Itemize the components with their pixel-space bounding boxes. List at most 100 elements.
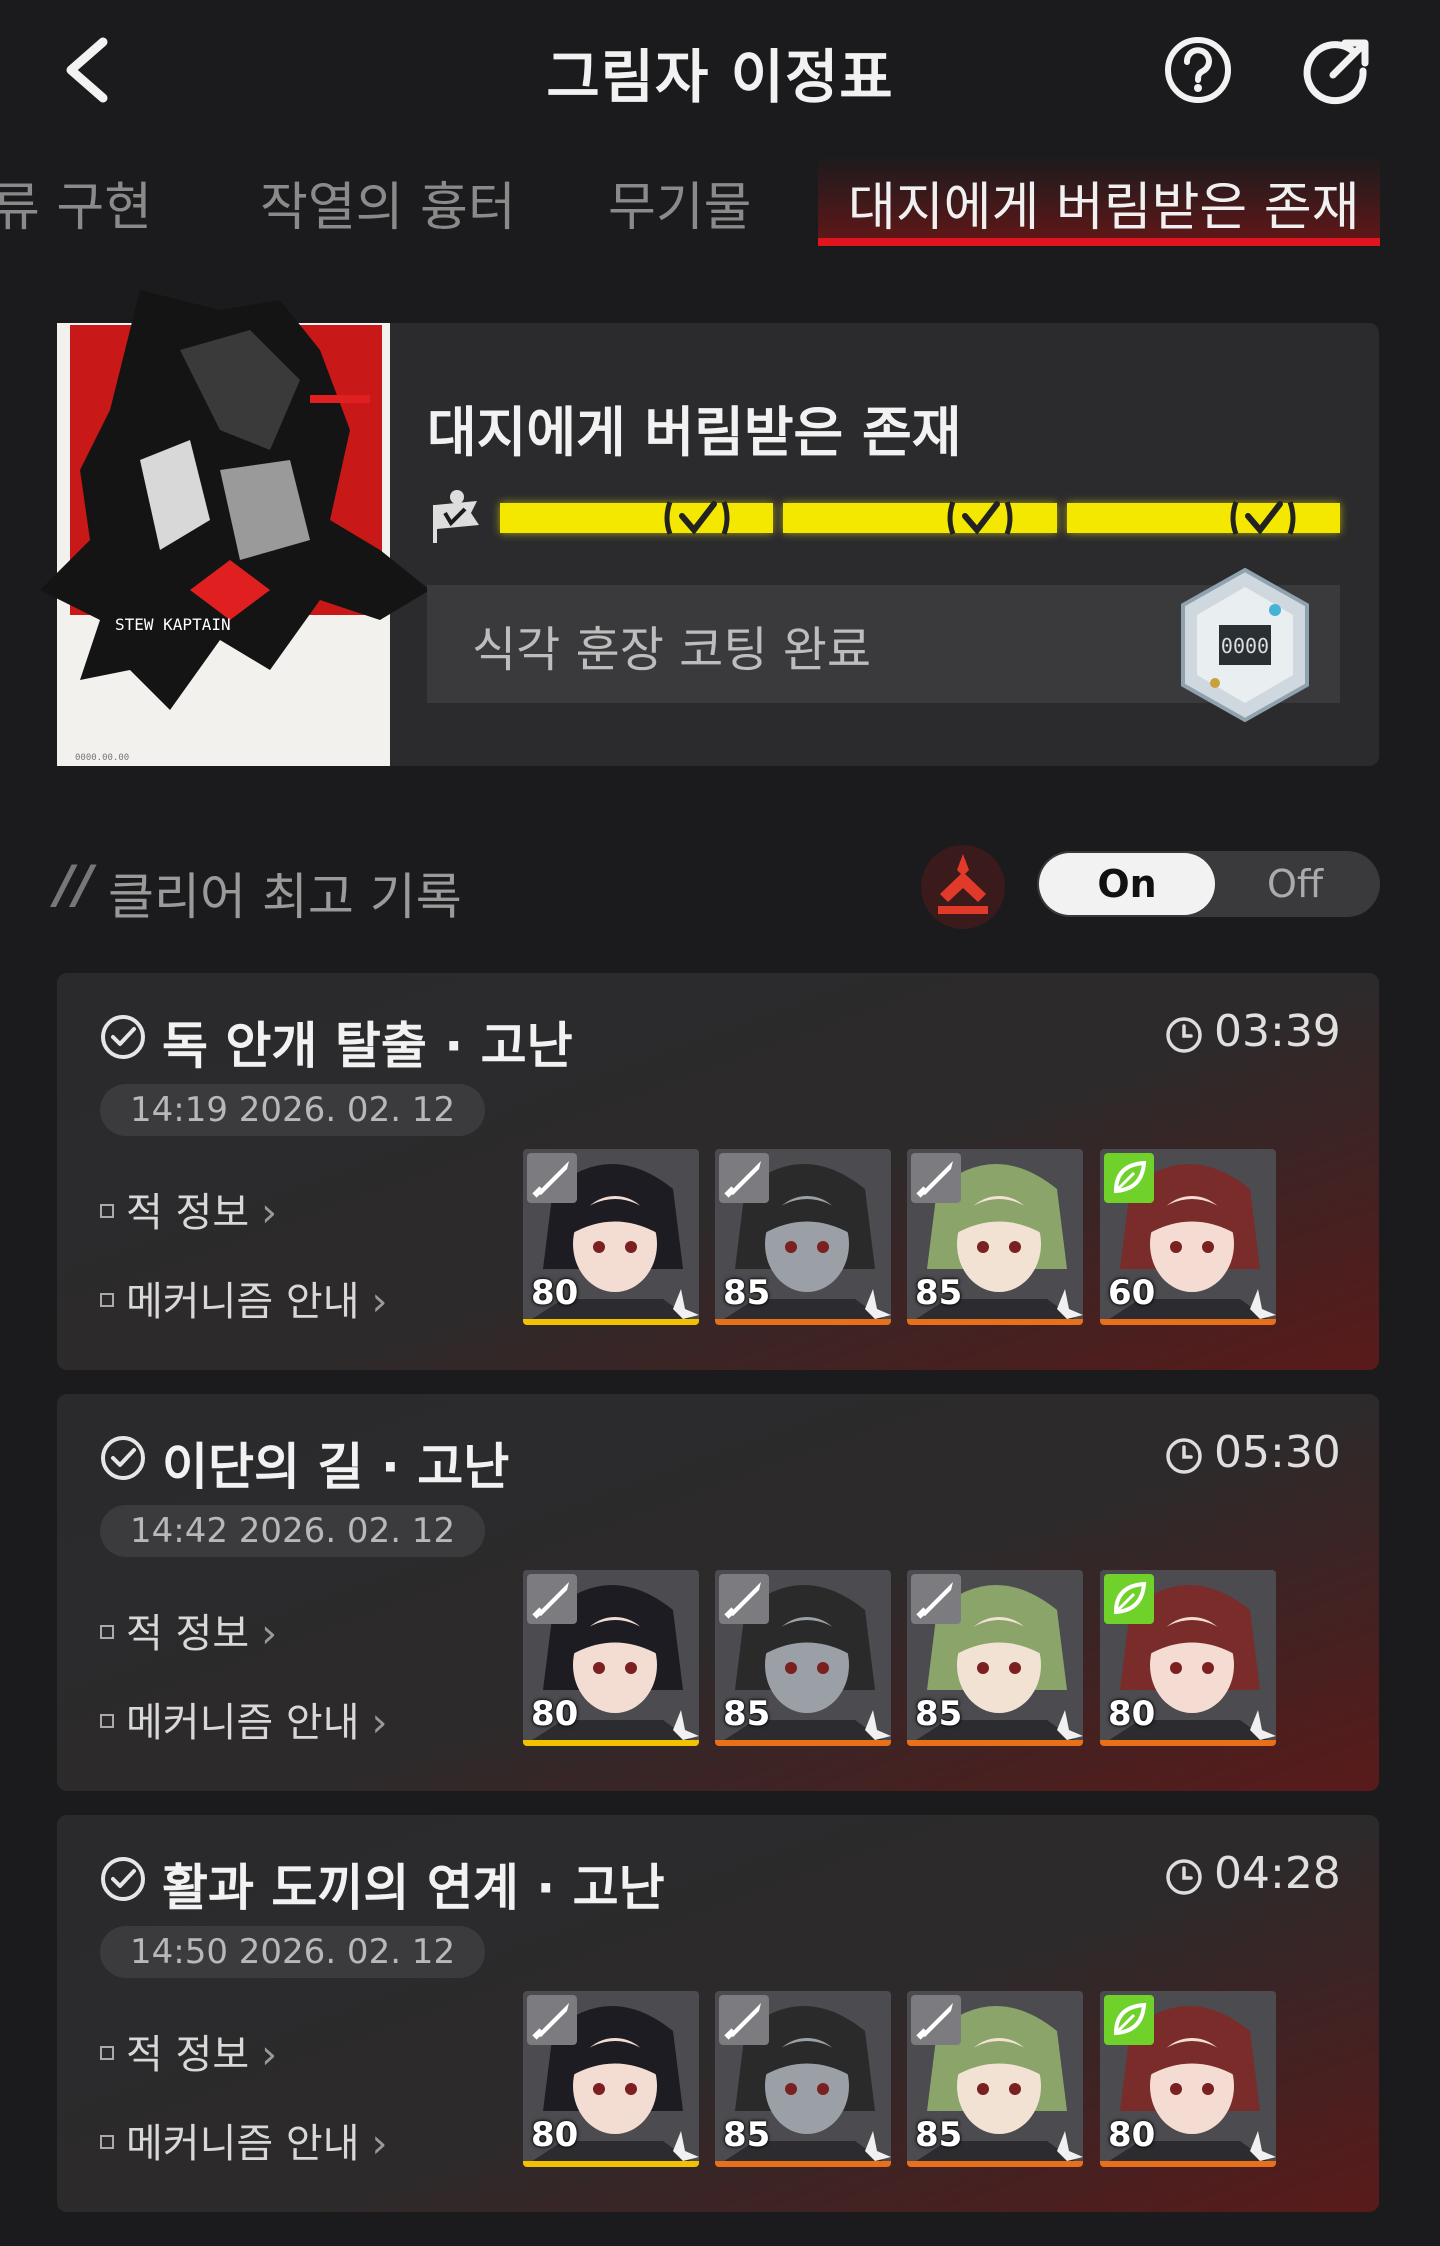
team-member-portrait[interactable]: 85 bbox=[715, 1149, 891, 1325]
toggle-off-option[interactable]: Off bbox=[1215, 853, 1375, 915]
enemy-info-label: 적 정보 bbox=[126, 1611, 250, 1657]
team-member-portrait[interactable]: 80 bbox=[1100, 1991, 1276, 2167]
mechanism-guide-link[interactable]: 메커니즘 안내 › bbox=[100, 2111, 388, 2169]
rarity-bar bbox=[523, 2161, 699, 2167]
record-title: 이단의 길 · 고난 bbox=[162, 1438, 510, 1496]
rarity-bar bbox=[715, 1319, 891, 1325]
bullet-square-icon bbox=[100, 1293, 114, 1307]
striker-class-icon bbox=[911, 1153, 961, 1203]
team-member-portrait[interactable]: 60 bbox=[1100, 1149, 1276, 1325]
tab-2[interactable]: 작열의 흉터 bbox=[260, 165, 516, 240]
share-icon bbox=[1303, 39, 1369, 105]
team-member-portrait[interactable]: 85 bbox=[907, 1570, 1083, 1746]
character-level: 85 bbox=[723, 1694, 771, 1734]
rarity-bar bbox=[907, 1740, 1083, 1746]
toggle-on-option[interactable]: On bbox=[1039, 853, 1215, 915]
tab-4[interactable]: 대지에게 버림받은 존재 bbox=[848, 165, 1359, 240]
clear-date: 14:19 2026. 02. 12 bbox=[100, 1084, 486, 1136]
record-card[interactable]: 이단의 길 · 고난 05:30 14:42 2026. 02. 12 적 정보… bbox=[57, 1394, 1379, 1791]
bullet-square-icon bbox=[100, 2135, 114, 2149]
clear-date: 14:42 2026. 02. 12 bbox=[100, 1505, 486, 1557]
progress-segment bbox=[500, 503, 774, 533]
clock-icon bbox=[1166, 1017, 1202, 1053]
clear-time: 04:28 bbox=[1214, 1848, 1341, 1899]
team-member-portrait[interactable]: 85 bbox=[907, 1991, 1083, 2167]
stage-name: 대지에게 버림받은 존재 bbox=[427, 401, 962, 464]
rarity-bar bbox=[907, 1319, 1083, 1325]
striker-class-icon bbox=[719, 1153, 769, 1203]
character-level: 60 bbox=[1108, 1273, 1156, 1313]
blade-icon bbox=[916, 1582, 953, 1619]
rarity-bar bbox=[715, 2161, 891, 2167]
segment-check-icon bbox=[1230, 501, 1296, 535]
rarity-bar bbox=[715, 1740, 891, 1746]
mechanism-guide-label: 메커니즘 안내 bbox=[126, 1279, 360, 1325]
segment-check-icon bbox=[664, 501, 730, 535]
enemy-info-label: 적 정보 bbox=[126, 1190, 250, 1236]
team-member-portrait[interactable]: 80 bbox=[523, 1991, 699, 2167]
progress-segment bbox=[783, 503, 1057, 533]
support-class-icon bbox=[1104, 1574, 1154, 1624]
leaf-icon bbox=[1113, 1160, 1147, 1194]
character-level: 85 bbox=[723, 2115, 771, 2155]
striker-class-icon bbox=[527, 1574, 577, 1624]
rarity-bar bbox=[1100, 1740, 1276, 1746]
character-level: 85 bbox=[915, 2115, 963, 2155]
striker-class-icon bbox=[719, 1574, 769, 1624]
mechanism-guide-link[interactable]: 메커니즘 안내 › bbox=[100, 1690, 388, 1748]
clear-time: 03:39 bbox=[1214, 1006, 1341, 1057]
active-tab-underline bbox=[818, 238, 1380, 246]
striker-class-icon bbox=[911, 1995, 961, 2045]
team-member-portrait[interactable]: 85 bbox=[715, 1570, 891, 1746]
character-level: 80 bbox=[531, 2115, 579, 2155]
enemy-info-link[interactable]: 적 정보 › bbox=[100, 1601, 277, 1659]
stage-tabs: 류 구현 작열의 흉터 무기물 대지에게 버림받은 존재 bbox=[0, 150, 1440, 250]
team-member-portrait[interactable]: 80 bbox=[523, 1149, 699, 1325]
blade-icon bbox=[532, 1161, 569, 1198]
blade-icon bbox=[916, 2003, 953, 2040]
svg-text:STEW KAPTAIN: STEW KAPTAIN bbox=[115, 615, 231, 634]
tab-1[interactable]: 류 구현 bbox=[0, 165, 152, 240]
blade-icon bbox=[532, 1582, 569, 1619]
rarity-bar bbox=[1100, 2161, 1276, 2167]
svg-text:0000.00.00: 0000.00.00 bbox=[75, 753, 129, 763]
chevron-right-icon: › bbox=[371, 1279, 388, 1325]
character-level: 80 bbox=[1108, 1694, 1156, 1734]
boss-emblem-icon[interactable] bbox=[918, 842, 1008, 932]
mechanism-guide-link[interactable]: 메커니즘 안내 › bbox=[100, 1269, 388, 1327]
reward-text: 식각 훈장 코팅 완료 bbox=[472, 622, 872, 678]
character-level: 85 bbox=[915, 1273, 963, 1313]
blade-icon bbox=[724, 1161, 761, 1198]
team-member-portrait[interactable]: 85 bbox=[907, 1149, 1083, 1325]
striker-class-icon bbox=[527, 1153, 577, 1203]
striker-class-icon bbox=[527, 1995, 577, 2045]
record-title: 활과 도끼의 연계 · 고난 bbox=[162, 1859, 665, 1917]
help-button[interactable] bbox=[1163, 35, 1233, 105]
boss-flag-icon bbox=[433, 490, 479, 543]
leaf-icon bbox=[1113, 2002, 1147, 2036]
share-button[interactable] bbox=[1303, 35, 1373, 105]
enemy-info-link[interactable]: 적 정보 › bbox=[100, 1180, 277, 1238]
striker-class-icon bbox=[719, 1995, 769, 2045]
tab-3[interactable]: 무기물 bbox=[608, 165, 752, 240]
bullet-square-icon bbox=[100, 1714, 114, 1728]
clock-icon bbox=[1166, 1859, 1202, 1895]
team-member-portrait[interactable]: 80 bbox=[523, 1570, 699, 1746]
record-card[interactable]: 독 안개 탈출 · 고난 03:39 14:19 2026. 02. 12 적 … bbox=[57, 973, 1379, 1370]
character-level: 85 bbox=[723, 1273, 771, 1313]
rarity-bar bbox=[1100, 1319, 1276, 1325]
enemy-info-link[interactable]: 적 정보 › bbox=[100, 2022, 277, 2080]
clock-icon bbox=[1166, 1438, 1202, 1474]
check-circle-icon bbox=[101, 1436, 145, 1480]
progress-segment bbox=[1066, 503, 1340, 533]
record-card[interactable]: 활과 도끼의 연계 · 고난 04:28 14:50 2026. 02. 12 … bbox=[57, 1815, 1379, 2212]
chevron-right-icon: › bbox=[261, 1190, 278, 1236]
support-class-icon bbox=[1104, 1995, 1154, 2045]
team-member-portrait[interactable]: 85 bbox=[715, 1991, 891, 2167]
striker-class-icon bbox=[911, 1574, 961, 1624]
team-member-portrait[interactable]: 80 bbox=[1100, 1570, 1276, 1746]
svg-text:0000: 0000 bbox=[1221, 634, 1269, 658]
character-level: 80 bbox=[1108, 2115, 1156, 2155]
blade-icon bbox=[724, 2003, 761, 2040]
question-icon bbox=[1165, 37, 1231, 103]
